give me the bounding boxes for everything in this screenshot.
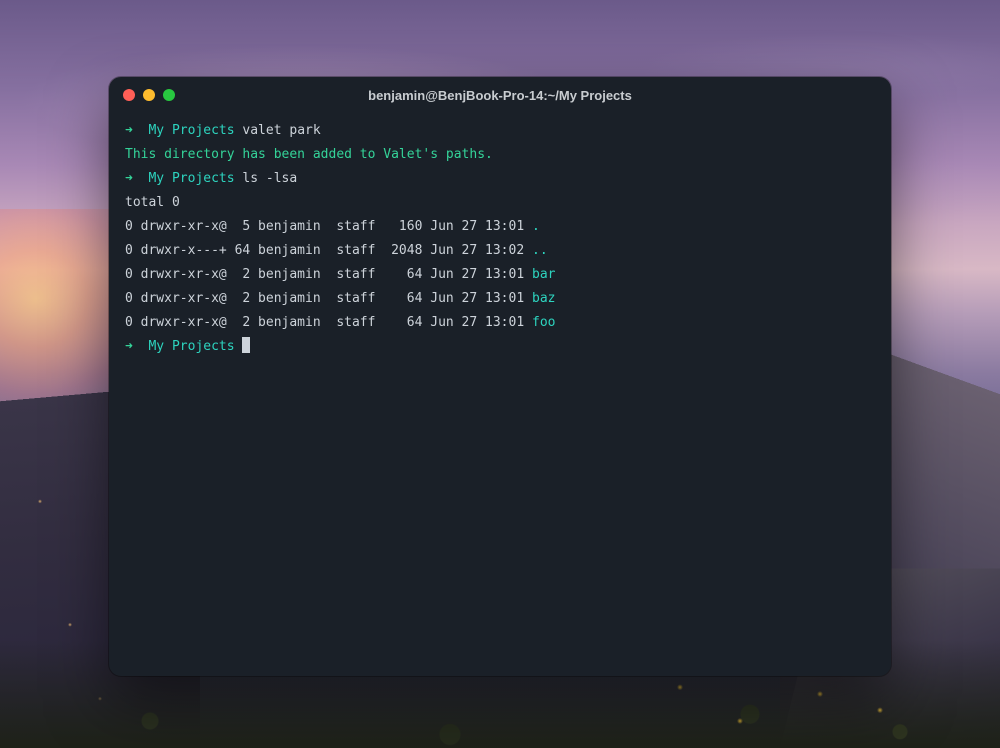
ls-total: total 0	[125, 191, 875, 215]
ls-row: 0 drwxr-x---+ 64 benjamin staff 2048 Jun…	[125, 239, 875, 263]
prompt-line-1: ➜ My Projects valet park	[125, 119, 875, 143]
ls-row: 0 drwxr-xr-x@ 2 benjamin staff 64 Jun 27…	[125, 311, 875, 335]
ls-row: 0 drwxr-xr-x@ 5 benjamin staff 160 Jun 2…	[125, 215, 875, 239]
prompt-arrow-icon: ➜	[125, 339, 133, 354]
command-2: ls -lsa	[242, 171, 297, 186]
window-title: benjamin@BenjBook-Pro-14:~/My Projects	[109, 88, 891, 103]
prompt-dir: My Projects	[148, 123, 234, 138]
prompt-dir: My Projects	[148, 171, 234, 186]
minimize-button[interactable]	[143, 89, 155, 101]
prompt-arrow-icon: ➜	[125, 123, 133, 138]
cursor	[242, 337, 250, 353]
ls-entry-name: .	[532, 219, 540, 234]
ls-entry-name: foo	[532, 315, 555, 330]
ls-row: 0 drwxr-xr-x@ 2 benjamin staff 64 Jun 27…	[125, 287, 875, 311]
prompt-arrow-icon: ➜	[125, 171, 133, 186]
terminal-body[interactable]: ➜ My Projects valet parkThis directory h…	[109, 113, 891, 676]
titlebar[interactable]: benjamin@BenjBook-Pro-14:~/My Projects	[109, 77, 891, 113]
close-button[interactable]	[123, 89, 135, 101]
ls-entry-name: ..	[532, 243, 548, 258]
prompt-line-3: ➜ My Projects	[125, 335, 875, 359]
ls-entry-name: bar	[532, 267, 555, 282]
ls-row: 0 drwxr-xr-x@ 2 benjamin staff 64 Jun 27…	[125, 263, 875, 287]
traffic-lights	[123, 89, 175, 101]
prompt-dir: My Projects	[148, 339, 234, 354]
ls-entry-name: baz	[532, 291, 555, 306]
maximize-button[interactable]	[163, 89, 175, 101]
terminal-window[interactable]: benjamin@BenjBook-Pro-14:~/My Projects ➜…	[109, 77, 891, 676]
output-success: This directory has been added to Valet's…	[125, 143, 875, 167]
prompt-line-2: ➜ My Projects ls -lsa	[125, 167, 875, 191]
command-1: valet park	[242, 123, 320, 138]
